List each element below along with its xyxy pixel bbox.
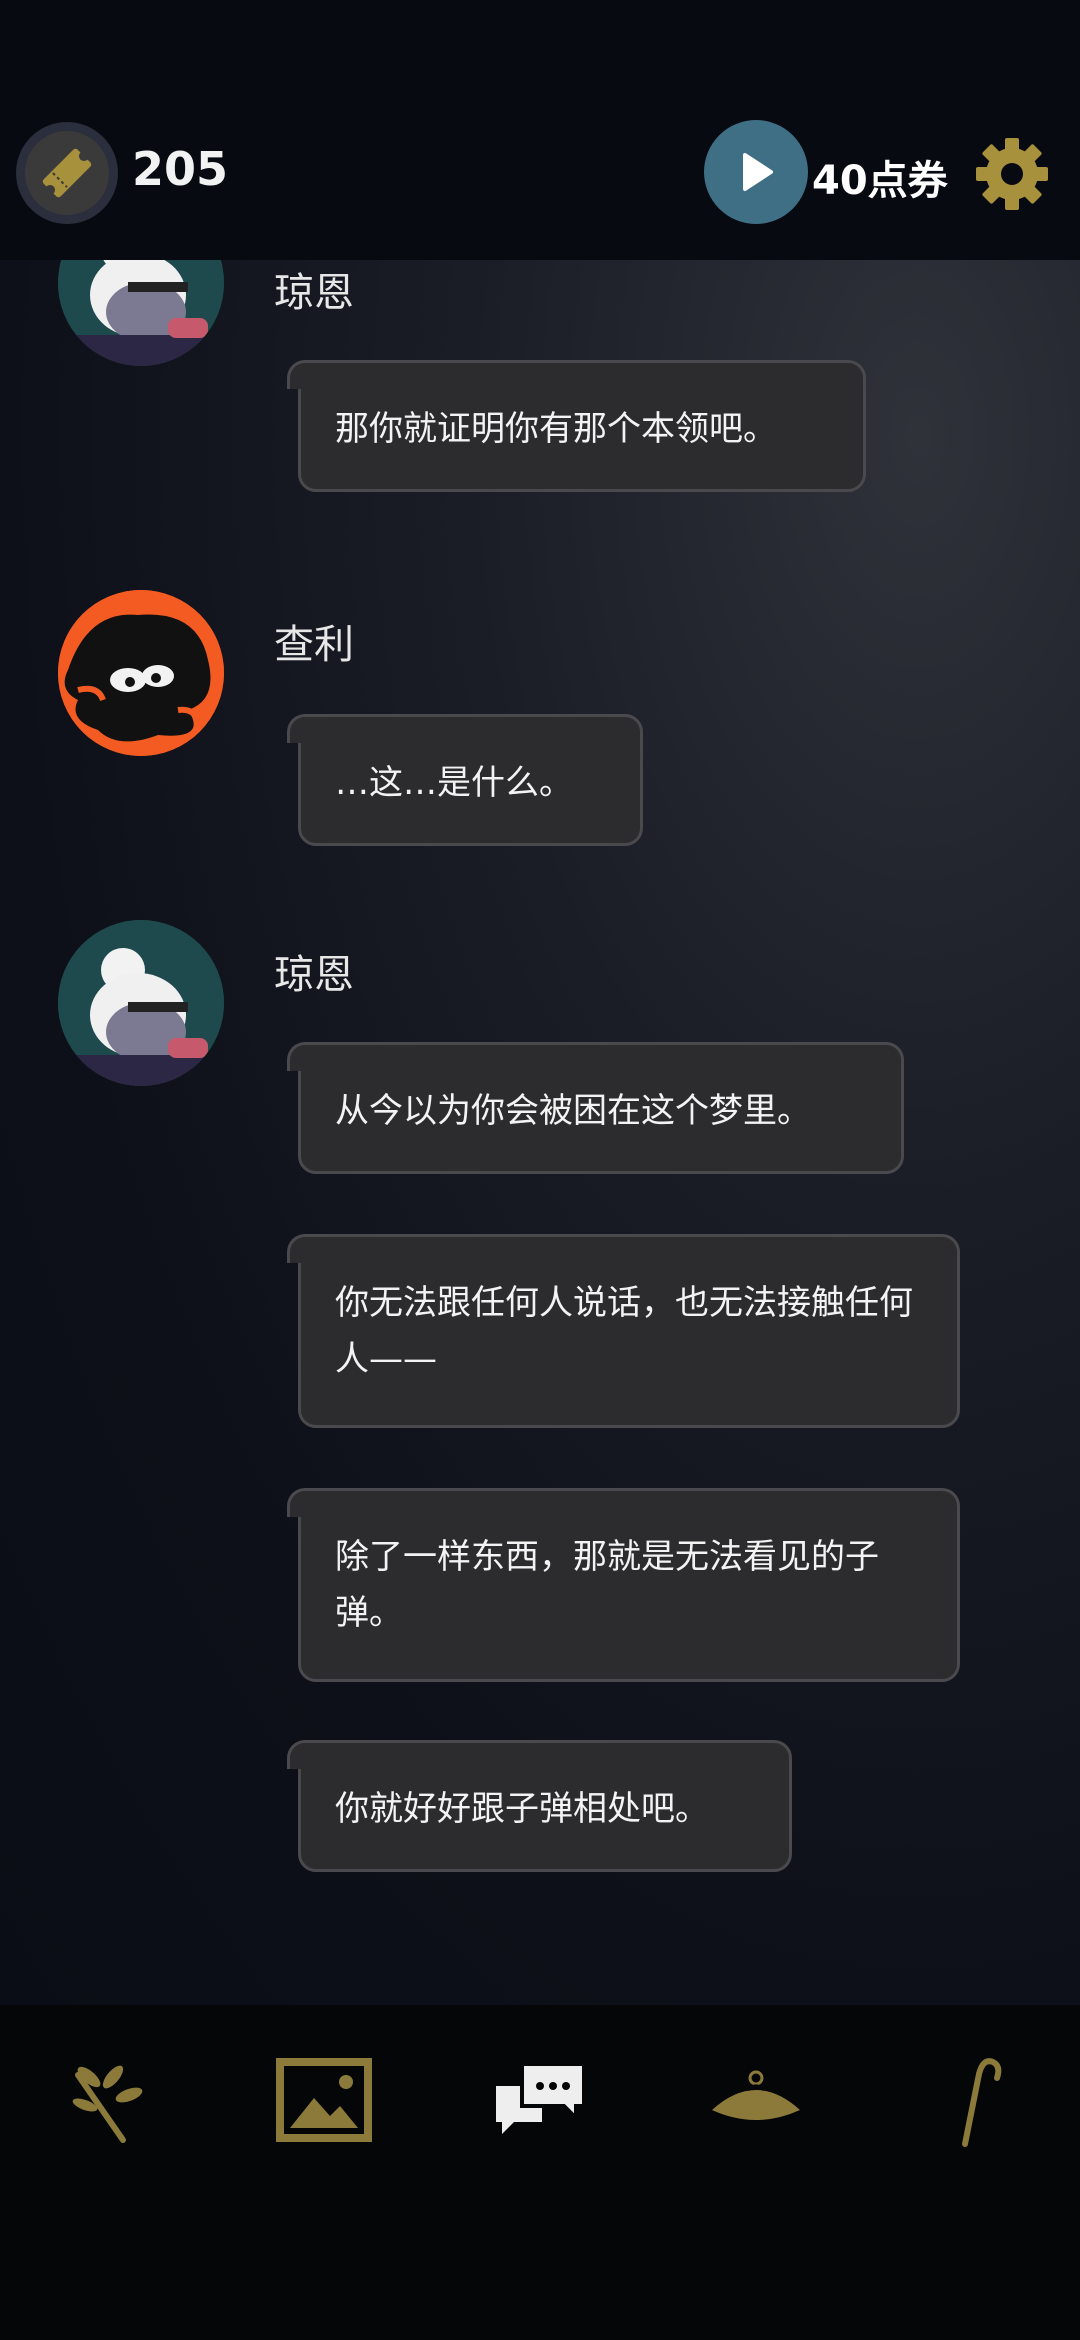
cane-icon[interactable] [922, 2050, 1022, 2150]
hat-icon[interactable] [706, 2050, 806, 2150]
branch-icon[interactable] [58, 2050, 158, 2150]
message-text: …这…是什么。 [335, 763, 573, 803]
message-text: 除了一样东西，那就是无法看见的子弹。 [335, 1537, 879, 1633]
chat-icon[interactable] [490, 2050, 590, 2150]
speaker-name: 琼恩 [274, 270, 354, 316]
ticket-icon[interactable] [16, 122, 118, 224]
top-bar: 205 40点券 [0, 0, 1080, 260]
chat-log[interactable]: 琼恩 那你就证明你有那个本领吧。 查利 …这…是什么。 琼恩 从今以为你会被困在… [0, 260, 1080, 2005]
watch-video-button[interactable] [704, 120, 808, 224]
message-bubble: 你就好好跟子弹相处吧。 [287, 1740, 792, 1872]
message-text: 你无法跟任何人说话，也无法接触任何人—— [335, 1283, 913, 1379]
avatar-charlie [58, 590, 224, 756]
ticket-count: 205 [132, 142, 229, 196]
avatar-joan [58, 920, 224, 1086]
message-text: 你就好好跟子弹相处吧。 [335, 1789, 709, 1829]
gallery-icon[interactable] [274, 2050, 374, 2150]
speaker-name: 琼恩 [274, 952, 354, 998]
message-bubble: …这…是什么。 [287, 714, 643, 846]
message-bubble: 除了一样东西，那就是无法看见的子弹。 [287, 1488, 960, 1682]
message-bubble: 从今以为你会被困在这个梦里。 [287, 1042, 904, 1174]
message-bubble: 你无法跟任何人说话，也无法接触任何人—— [287, 1234, 960, 1428]
message-bubble: 那你就证明你有那个本领吧。 [287, 360, 866, 492]
gear-icon[interactable] [974, 136, 1050, 212]
message-text: 那你就证明你有那个本领吧。 [335, 409, 777, 449]
avatar-joan [58, 260, 224, 366]
video-reward-label: 40点券 [812, 158, 948, 204]
message-text: 从今以为你会被困在这个梦里。 [335, 1091, 811, 1131]
speaker-name: 查利 [274, 622, 354, 668]
play-icon [743, 153, 773, 191]
